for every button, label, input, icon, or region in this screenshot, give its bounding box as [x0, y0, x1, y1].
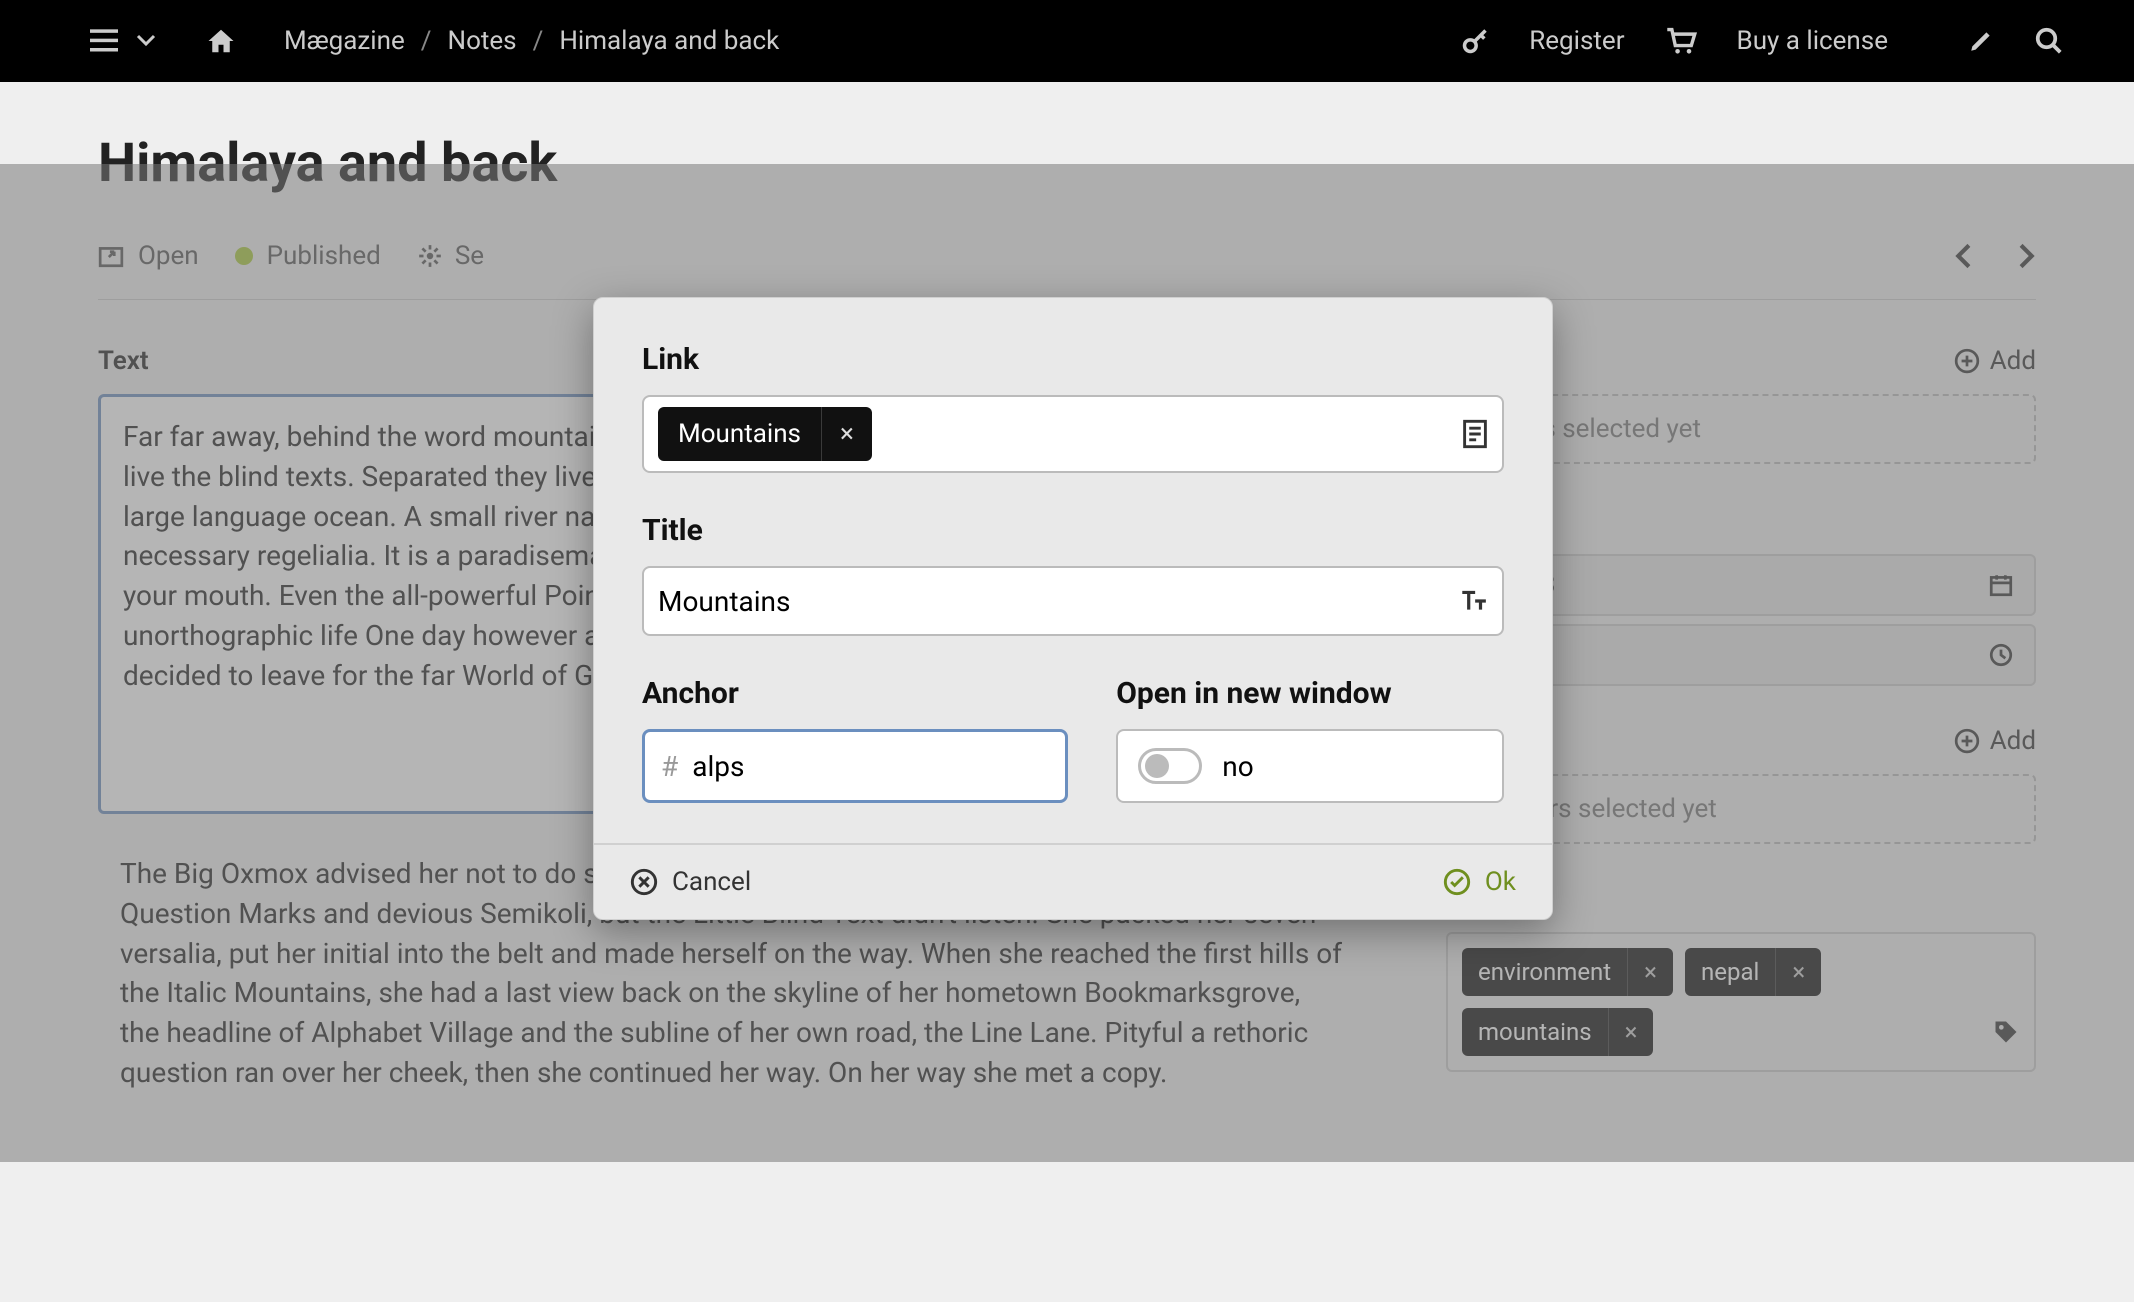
- breadcrumb: Mægazine / Notes / Himalaya and back: [284, 26, 779, 56]
- title-field[interactable]: [642, 566, 1504, 636]
- topbar: Mægazine / Notes / Himalaya and back Reg…: [0, 0, 2134, 82]
- title-label: Title: [642, 513, 1504, 548]
- anchor-input[interactable]: [692, 750, 1049, 783]
- page-icon[interactable]: [1462, 419, 1488, 449]
- chevron-down-icon[interactable]: [136, 34, 156, 48]
- cart-icon[interactable]: [1665, 27, 1697, 55]
- newwin-field[interactable]: no: [1116, 729, 1504, 803]
- key-icon[interactable]: [1461, 27, 1489, 55]
- cancel-button[interactable]: Cancel: [630, 867, 751, 897]
- toggle-value: no: [1222, 750, 1253, 783]
- anchor-label: Anchor: [642, 676, 1068, 711]
- buy-license-link[interactable]: Buy a license: [1737, 26, 1888, 56]
- link-dialog: Link Mountains × Title An: [593, 297, 1553, 920]
- edit-icon[interactable]: [1968, 28, 1994, 54]
- link-chip-remove-icon[interactable]: ×: [821, 407, 872, 461]
- breadcrumb-item[interactable]: Notes: [448, 26, 517, 56]
- newwin-label: Open in new window: [1116, 676, 1504, 711]
- link-chip: Mountains ×: [658, 407, 872, 461]
- link-field[interactable]: Mountains ×: [642, 395, 1504, 473]
- anchor-field[interactable]: #: [642, 729, 1068, 803]
- menu-icon[interactable]: [90, 29, 118, 53]
- search-icon[interactable]: [2034, 26, 2064, 56]
- link-label: Link: [642, 342, 1504, 377]
- toggle-switch[interactable]: [1138, 748, 1202, 784]
- breadcrumb-sep: /: [533, 26, 544, 56]
- text-type-icon: [1458, 588, 1488, 614]
- register-link[interactable]: Register: [1529, 26, 1624, 56]
- hash-prefix: #: [661, 750, 678, 783]
- breadcrumb-item[interactable]: Mægazine: [284, 26, 405, 56]
- breadcrumb-item[interactable]: Himalaya and back: [559, 26, 779, 56]
- title-input[interactable]: [658, 585, 1458, 618]
- home-icon[interactable]: [206, 27, 236, 55]
- breadcrumb-sep: /: [421, 26, 432, 56]
- ok-button[interactable]: Ok: [1443, 867, 1516, 897]
